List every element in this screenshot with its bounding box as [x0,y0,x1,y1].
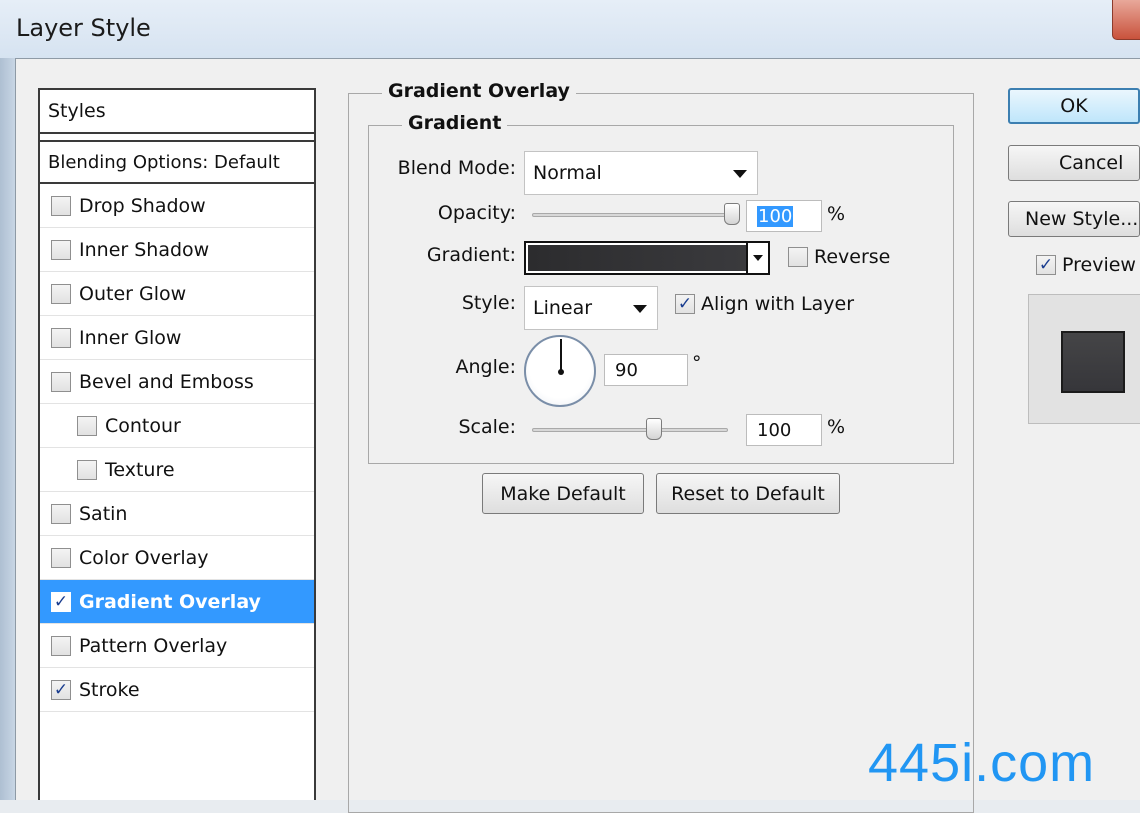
preview-label: Preview [1062,254,1136,276]
chevron-down-icon[interactable] [746,243,768,273]
align-with-layer-label: Align with Layer [701,293,855,315]
blending-options-item[interactable]: Blending Options: Default [40,140,314,184]
gradient-preview[interactable] [528,245,746,271]
preview-checkbox[interactable]: ✓ Preview [1036,254,1136,276]
checkbox-box[interactable] [77,415,97,436]
angle-label: Angle: [455,356,516,378]
checkbox-box[interactable] [788,247,808,267]
make-default-button[interactable]: Make Default [482,473,644,514]
style-item-drop-shadow[interactable]: Drop Shadow [40,184,314,228]
align-with-layer-checkbox[interactable]: ✓ Align with Layer [675,293,854,315]
blend-mode-select[interactable]: Normal [524,151,758,195]
scale-value: 100 [757,419,792,441]
style-label: Style: [461,292,516,314]
close-button[interactable] [1112,0,1140,40]
chevron-down-icon [733,170,747,178]
style-item-label: Texture [105,458,175,481]
style-item-inner-glow[interactable]: Inner Glow [40,316,314,360]
style-item-stroke[interactable]: ✓ Stroke [40,668,314,712]
checkbox-box[interactable] [51,195,71,216]
reset-to-default-button[interactable]: Reset to Default [656,473,840,514]
opacity-value: 100 [757,205,794,227]
styles-header[interactable]: Styles [40,90,314,134]
blend-mode-label: Blend Mode: [397,157,516,179]
checkbox-box[interactable]: ✓ [1036,255,1056,275]
style-item-label: Outer Glow [79,282,187,305]
checkbox-box[interactable]: ✓ [675,294,695,314]
checkbox-box[interactable] [51,327,71,348]
angle-dial[interactable] [524,335,596,407]
preview-thumbnail [1061,331,1125,393]
opacity-label: Opacity: [437,202,516,224]
checkbox-box[interactable]: ✓ [51,591,71,612]
checkbox-box[interactable] [77,459,97,480]
ok-button[interactable]: OK [1008,88,1140,124]
style-item-label: Pattern Overlay [79,634,228,657]
style-item-texture[interactable]: Texture [40,448,314,492]
style-item-pattern-overlay[interactable]: Pattern Overlay [40,624,314,668]
opacity-slider[interactable] [532,213,740,217]
styles-panel: Styles Blending Options: Default Drop Sh… [38,88,316,800]
scale-slider[interactable] [532,428,728,432]
opacity-slider-handle[interactable] [724,203,740,225]
scale-label: Scale: [458,416,516,438]
style-item-label: Satin [79,502,128,525]
gradient-picker[interactable] [524,241,770,275]
style-item-color-overlay[interactable]: Color Overlay [40,536,314,580]
style-item-label: Gradient Overlay [79,590,261,613]
watermark: 445i.com [868,733,1096,793]
style-item-outer-glow[interactable]: Outer Glow [40,272,314,316]
angle-needle [560,339,562,373]
gradient-subgroup-title: Gradient [402,112,508,134]
reverse-label: Reverse [814,246,891,268]
style-item-label: Inner Shadow [79,238,210,261]
scale-unit: % [827,416,846,438]
style-item-label: Color Overlay [79,546,209,569]
checkbox-box[interactable] [51,239,71,260]
gradient-overlay-title: Gradient Overlay [382,80,576,102]
angle-unit: ° [692,352,702,374]
style-list: Drop Shadow Inner Shadow Outer Glow Inner G… [40,184,314,712]
reverse-checkbox[interactable]: Reverse [788,246,890,268]
checkbox-box[interactable] [51,503,71,524]
style-item-label: Drop Shadow [79,194,206,217]
style-select[interactable]: Linear [524,286,658,330]
window-title: Layer Style [16,14,151,42]
checkbox-box[interactable]: ✓ [51,679,71,700]
style-item-label: Contour [105,414,181,437]
style-item-contour[interactable]: Contour [40,404,314,448]
angle-input[interactable]: 90 [604,354,688,386]
style-value: Linear [533,297,593,319]
style-item-bevel-and-emboss[interactable]: Bevel and Emboss [40,360,314,404]
opacity-unit: % [827,203,846,225]
style-item-inner-shadow[interactable]: Inner Shadow [40,228,314,272]
angle-value: 90 [615,359,638,381]
new-style-button[interactable]: New Style... [1008,201,1140,237]
style-preview [1028,294,1140,424]
style-item-satin[interactable]: Satin [40,492,314,536]
style-item-gradient-overlay[interactable]: ✓ Gradient Overlay [40,580,314,624]
scale-slider-handle[interactable] [645,418,662,440]
angle-hub [558,369,564,375]
window-frame [0,58,15,800]
style-item-label: Stroke [79,678,140,701]
checkbox-box[interactable] [51,283,71,304]
cancel-button[interactable]: Cancel [1008,145,1140,181]
gradient-label: Gradient: [426,244,516,266]
opacity-input[interactable]: 100 [746,200,822,232]
scale-input[interactable]: 100 [746,414,822,446]
title-bar: Layer Style [0,0,1140,58]
checkbox-box[interactable] [51,371,71,392]
checkbox-box[interactable] [51,547,71,568]
blend-mode-value: Normal [533,162,602,184]
style-item-label: Bevel and Emboss [79,370,254,393]
checkbox-box[interactable] [51,635,71,656]
chevron-down-icon [633,305,647,313]
style-item-label: Inner Glow [79,326,182,349]
